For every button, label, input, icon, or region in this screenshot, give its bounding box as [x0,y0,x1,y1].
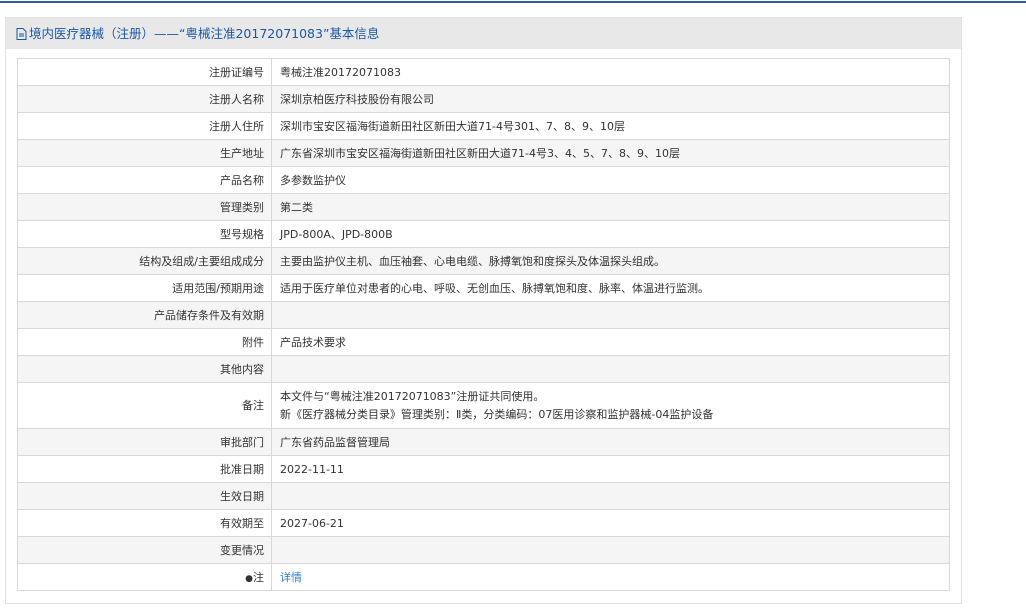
field-value: 粤械注准20172071083 [271,58,950,86]
field-value-text: 主要由监护仪主机、血压袖套、心电电缆、脉搏氧饱和度探头及体温探头组成。 [280,255,665,268]
field-label: 审批部门 [17,428,272,456]
table-row: 管理类别 第二类 [17,193,950,221]
field-value: JPD-800A、JPD-800B [271,220,950,248]
field-value-text: 适用于医疗单位对患者的心电、呼吸、无创血压、脉搏氧饱和度、脉率、体温进行监测。 [280,282,709,295]
details-link[interactable]: 详情 [280,571,302,584]
field-label-text: 管理类别 [220,201,264,214]
table-row: 注册人住所 深圳市宝安区福海街道新田社区新田大道71-4号301、7、8、9、10… [17,112,950,140]
field-value: 深圳市宝安区福海街道新田社区新田大道71-4号301、7、8、9、10层 [271,112,950,140]
field-value-text: 2022-11-11 [280,462,344,476]
field-value [271,355,950,383]
field-value-text: 广东省深圳市宝安区福海街道新田社区新田大道71-4号3、4、5、7、8、9、10… [280,147,680,160]
field-label-text: 生产地址 [220,147,264,160]
table-row: 变更情况 [17,536,950,564]
field-label: 型号规格 [17,220,272,248]
field-label-text: 产品储存条件及有效期 [154,309,264,322]
field-value-text: 深圳京柏医疗科技股份有限公司 [280,93,434,106]
field-label: 批准日期 [17,455,272,483]
field-label-text: 其他内容 [220,363,264,376]
field-value: 广东省深圳市宝安区福海街道新田社区新田大道71-4号3、4、5、7、8、9、10… [271,139,950,167]
field-value: 适用于医疗单位对患者的心电、呼吸、无创血压、脉搏氧饱和度、脉率、体温进行监测。 [271,274,950,302]
field-label: 适用范围/预期用途 [17,274,272,302]
panel-header: 境内医疗器械（注册）——“粤械注准20172071083”基本信息 [6,18,961,49]
field-label: 产品名称 [17,166,272,194]
field-value-text: 广东省药品监督管理局 [280,436,390,449]
field-label: 注册证编号 [17,58,272,86]
table-row: 结构及组成/主要组成成分 主要由监护仪主机、血压袖套、心电电缆、脉搏氧饱和度探头及… [17,247,950,275]
info-table: 注册证编号 粤械注准20172071083 注册人名称 深圳京柏医疗科技股份有限公司注… [17,58,950,591]
field-label-text: 注 [253,571,264,584]
field-label-text: 有效期至 [220,517,264,530]
field-value-text: 多参数监护仪 [280,174,346,187]
field-label: 生产地址 [17,139,272,167]
table-row: 批准日期 2022-11-11 [17,455,950,483]
field-value-text: 粤械注准20172071083 [280,66,401,79]
table-row: 备注 本文件与“粤械注准20172071083”注册证共同使用。 新《医疗器械分类目… [17,382,950,429]
field-value [271,482,950,510]
table-row: 适用范围/预期用途 适用于医疗单位对患者的心电、呼吸、无创血压、脉搏氧饱和度、脉率… [17,274,950,302]
field-label-text: 生效日期 [220,490,264,503]
info-panel: 境内医疗器械（注册）——“粤械注准20172071083”基本信息 注册证编号 粤… [5,17,962,604]
top-border [0,1,1026,3]
table-row: 产品名称 多参数监护仪 [17,166,950,194]
field-value: 2027-06-21 [271,509,950,537]
field-value-text: 2027-06-21 [280,516,344,530]
field-label: 管理类别 [17,193,272,221]
field-value: 2022-11-11 [271,455,950,483]
field-label: 备注 [17,382,272,429]
field-label-text: 附件 [242,336,264,349]
field-value-text: JPD-800A、JPD-800B [280,228,393,241]
table-row: 其他内容 [17,355,950,383]
field-label: 附件 [17,328,272,356]
field-label: 变更情况 [17,536,272,564]
table-row: ●注 详情 [17,563,950,591]
field-value: 产品技术要求 [271,328,950,356]
field-label-text: 审批部门 [220,436,264,449]
document-icon [16,28,27,40]
field-value: 详情 [271,563,950,591]
field-label: 注册人名称 [17,85,272,113]
field-value: 主要由监护仪主机、血压袖套、心电电缆、脉搏氧饱和度探头及体温探头组成。 [271,247,950,275]
field-label-text: 结构及组成/主要组成成分 [139,255,264,268]
field-value [271,536,950,564]
field-value: 第二类 [271,193,950,221]
field-value-text: 产品技术要求 [280,336,346,349]
field-label: 结构及组成/主要组成成分 [17,247,272,275]
field-label-text: 适用范围/预期用途 [172,282,264,295]
field-value: 广东省药品监督管理局 [271,428,950,456]
field-label: ●注 [17,563,272,591]
table-row: 附件 产品技术要求 [17,328,950,356]
table-row: 注册人名称 深圳京柏医疗科技股份有限公司 [17,85,950,113]
table-row: 审批部门 广东省药品监督管理局 [17,428,950,456]
field-label: 注册人住所 [17,112,272,140]
field-label-text: 注册证编号 [209,66,264,79]
field-value: 本文件与“粤械注准20172071083”注册证共同使用。新《医疗器械分类目录》… [271,382,950,429]
field-value-text-2: 新《医疗器械分类目录》管理类别：Ⅱ类，分类编码：07医用诊察和监护器械-04监护… [280,407,714,421]
field-value [271,301,950,329]
field-label-text: 注册人名称 [209,93,264,106]
field-label-text: 变更情况 [220,544,264,557]
table-row: 生效日期 [17,482,950,510]
field-label: 生效日期 [17,482,272,510]
field-value-text: 本文件与“粤械注准20172071083”注册证共同使用。 [280,389,545,403]
table-row: 注册证编号 粤械注准20172071083 [17,58,950,86]
field-label-text: 型号规格 [220,228,264,241]
page-title: 境内医疗器械（注册）——“粤械注准20172071083”基本信息 [29,26,380,41]
field-label: 产品储存条件及有效期 [17,301,272,329]
field-value-text: 深圳市宝安区福海街道新田社区新田大道71-4号301、7、8、9、10层 [280,120,625,133]
table-row: 产品储存条件及有效期 [17,301,950,329]
field-label-text: 备注 [242,398,264,412]
field-label-text: 批准日期 [220,463,264,476]
field-label: 其他内容 [17,355,272,383]
field-value: 多参数监护仪 [271,166,950,194]
table-row: 型号规格 JPD-800A、JPD-800B [17,220,950,248]
field-label-text: 产品名称 [220,174,264,187]
field-label: 有效期至 [17,509,272,537]
table-row: 生产地址 广东省深圳市宝安区福海街道新田社区新田大道71-4号3、4、5、7、8、… [17,139,950,167]
pin-icon: ● [245,574,253,584]
field-value-text: 第二类 [280,201,313,214]
field-label-text: 注册人住所 [209,120,264,133]
table-row: 有效期至 2027-06-21 [17,509,950,537]
field-value: 深圳京柏医疗科技股份有限公司 [271,85,950,113]
